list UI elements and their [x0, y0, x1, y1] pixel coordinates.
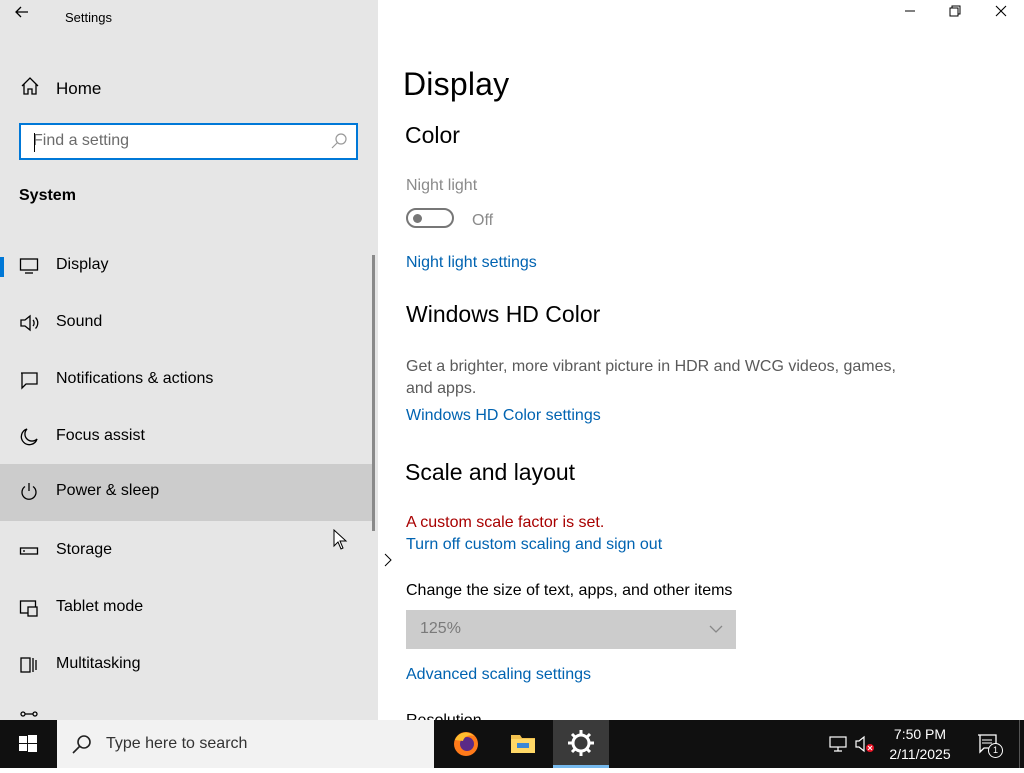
sidebar-item-label: Storage	[56, 541, 113, 558]
hd-color-description: Get a brighter, more vibrant picture in …	[406, 358, 896, 397]
custom-scale-warning: A custom scale factor is set.	[406, 514, 605, 531]
power-icon	[19, 482, 39, 502]
multitasking-icon	[19, 655, 39, 675]
home-icon	[20, 76, 56, 102]
settings-sidebar: Settings Home System Display Sound Notif…	[0, 0, 378, 720]
sidebar-item-display[interactable]: Display	[0, 238, 372, 295]
sidebar-item-label: Focus assist	[56, 427, 145, 444]
mouse-pointer-icon	[333, 528, 349, 551]
scale-value: 125%	[420, 620, 461, 637]
taskbar-clock[interactable]: 7:50 PM 2/11/2025	[880, 724, 960, 764]
sidebar-item-label: Display	[56, 256, 109, 273]
back-arrow-icon[interactable]	[14, 4, 36, 26]
sidebar-item-home[interactable]: Home	[20, 76, 101, 102]
volume-muted-icon[interactable]	[854, 733, 876, 755]
notification-count-badge: 1	[988, 743, 1003, 758]
search-icon	[71, 733, 93, 755]
sidebar-item-label: Multitasking	[56, 655, 141, 672]
action-center-icon[interactable]: 1	[976, 732, 1003, 758]
show-desktop-button[interactable]	[1019, 720, 1020, 768]
sidebar-item-power-sleep[interactable]: Power & sleep	[0, 464, 372, 521]
storage-icon	[19, 541, 39, 561]
clock-time: 7:50 PM	[893, 726, 947, 742]
sidebar-item-label: Notifications & actions	[56, 370, 214, 387]
sidebar-item-tablet-mode[interactable]: Tablet mode	[0, 580, 372, 637]
display-settings-pane: Display Color Night light Off Night ligh…	[378, 0, 1024, 720]
color-heading: Color	[405, 122, 460, 148]
toggle-knob	[413, 214, 422, 223]
night-light-toggle[interactable]	[406, 208, 454, 228]
hd-color-heading: Windows HD Color	[406, 301, 601, 327]
firefox-icon[interactable]	[438, 720, 494, 768]
taskbar: Type here to search 7:50 PM 2/11/2025 1	[0, 720, 1024, 768]
file-explorer-icon[interactable]	[495, 720, 551, 768]
notification-icon	[19, 370, 39, 390]
hd-color-settings-link[interactable]: Windows HD Color settings	[406, 407, 601, 425]
restore-icon[interactable]	[944, 4, 966, 26]
search-input[interactable]	[33, 132, 313, 150]
page-title: Display	[403, 66, 510, 102]
sidebar-item-storage[interactable]: Storage	[0, 523, 372, 580]
night-light-state: Off	[472, 212, 494, 229]
sidebar-item-notifications[interactable]: Notifications & actions	[0, 352, 372, 409]
clock-date: 2/11/2025	[889, 746, 951, 762]
speaker-icon	[19, 313, 39, 333]
sidebar-item-focus-assist[interactable]: Focus assist	[0, 409, 372, 466]
tablet-mode-icon	[19, 598, 39, 618]
app-title: Settings	[65, 10, 112, 25]
advanced-scaling-link[interactable]: Advanced scaling settings	[406, 666, 591, 684]
section-heading-system: System	[19, 187, 76, 204]
moon-icon	[19, 427, 39, 447]
taskbar-search-box[interactable]: Type here to search	[57, 720, 434, 768]
sidebar-scrollbar[interactable]	[372, 255, 375, 531]
sidebar-item-label: Sound	[56, 313, 103, 330]
chevron-down-icon	[708, 621, 724, 637]
search-box[interactable]	[19, 123, 358, 160]
taskbar-search-placeholder: Type here to search	[106, 735, 248, 752]
minimize-icon[interactable]	[899, 4, 921, 26]
text-cursor	[34, 133, 35, 152]
search-icon[interactable]	[330, 132, 348, 150]
scale-dropdown[interactable]: 125%	[406, 610, 736, 649]
resolution-label: Resolution	[406, 710, 482, 720]
sidebar-item-sound[interactable]: Sound	[0, 295, 372, 352]
shared-experiences-icon	[19, 710, 39, 720]
turn-off-custom-scaling-link[interactable]: Turn off custom scaling and sign out	[406, 536, 662, 554]
night-light-settings-link[interactable]: Night light settings	[406, 254, 537, 272]
sidebar-item-label: Tablet mode	[56, 598, 144, 615]
home-label: Home	[56, 79, 102, 98]
close-icon[interactable]	[990, 4, 1012, 26]
scale-layout-heading: Scale and layout	[405, 459, 576, 485]
sidebar-item-multitasking[interactable]: Multitasking	[0, 637, 372, 694]
night-light-label: Night light	[406, 177, 478, 194]
resize-cursor-icon	[383, 553, 393, 567]
network-icon[interactable]	[828, 733, 850, 755]
sidebar-item-label: Power & sleep	[56, 482, 160, 499]
start-button[interactable]	[0, 720, 56, 768]
settings-gear-icon[interactable]	[553, 720, 609, 768]
size-label: Change the size of text, apps, and other…	[406, 582, 733, 599]
monitor-icon	[19, 256, 39, 276]
